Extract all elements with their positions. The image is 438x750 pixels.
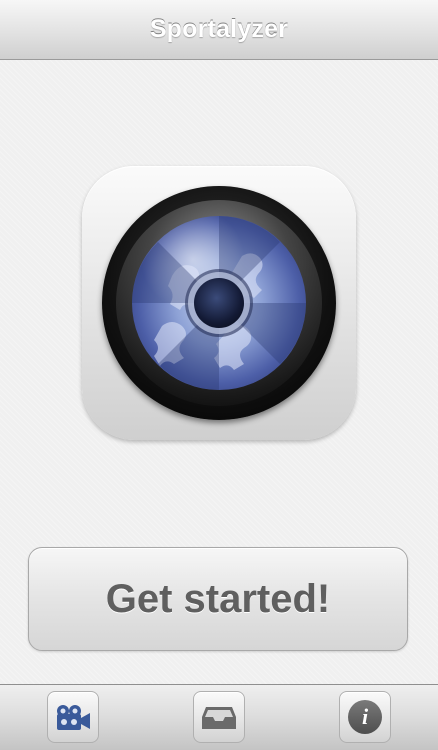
info-glyph: i: [361, 704, 369, 729]
tab-bar: i: [0, 684, 438, 750]
page-title: Sportalyzer: [149, 15, 289, 43]
tab-video[interactable]: [47, 691, 99, 743]
get-started-button[interactable]: Get started!: [28, 547, 408, 651]
get-started-label: Get started!: [105, 576, 331, 621]
lens-outer-ring: [102, 186, 336, 420]
tab-info[interactable]: i: [339, 691, 391, 743]
tab-archive[interactable]: [193, 691, 245, 743]
lens-inner-ring: [116, 200, 322, 406]
inbox-tray-icon: [202, 707, 236, 729]
navigation-bar: Sportalyzer: [0, 0, 438, 60]
camera-lens-icon: [82, 166, 356, 440]
lens-glass: [132, 216, 306, 390]
main-content: Get started!: [0, 60, 438, 684]
video-camera-icon: [57, 705, 90, 730]
lens-pupil: [194, 278, 244, 328]
info-icon: i: [348, 700, 382, 734]
